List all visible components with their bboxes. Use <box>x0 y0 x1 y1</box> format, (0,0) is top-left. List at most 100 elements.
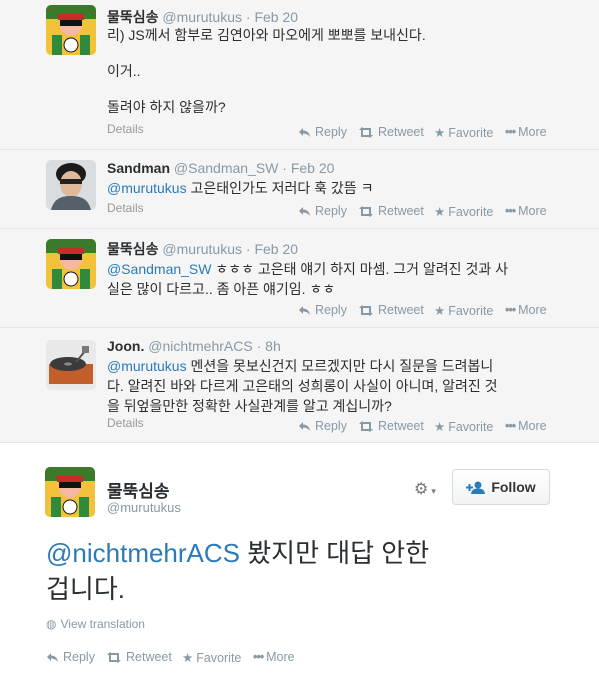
tweet[interactable]: Joon. @nichtmehrACS · 8h @murutukus 멘션을 … <box>0 328 599 443</box>
star-icon: ★ <box>434 126 446 140</box>
separator: · <box>245 9 251 25</box>
tweet-header: Joon. @nichtmehrACS · 8h <box>107 338 281 354</box>
reply-button[interactable]: Reply <box>46 650 95 664</box>
user-name[interactable]: Sandman <box>107 160 170 176</box>
user-name[interactable]: Joon. <box>107 338 144 354</box>
timestamp[interactable]: 8h <box>265 338 281 354</box>
retweet-icon <box>359 206 373 217</box>
follow-label: Follow <box>491 479 536 495</box>
user-handle[interactable]: @Sandman_SW <box>174 160 278 176</box>
view-translation-link[interactable]: ◍ View translation <box>46 617 145 631</box>
reply-icon <box>299 306 310 315</box>
avatar[interactable] <box>46 160 96 210</box>
tweet-line: @Sandman_SW ㅎㅎㅎ 고은태 얘기 하지 마셈. 그거 알려진 것과 … <box>107 261 508 277</box>
details-link[interactable]: Details <box>107 201 144 215</box>
mention-link[interactable]: @murutukus <box>107 180 187 196</box>
tweet-line: 실은 많이 다르고.. 좀 아픈 얘기임. ㅎㅎ <box>107 281 336 297</box>
tweet-line: 이거.. <box>107 63 141 79</box>
avatar[interactable] <box>45 467 95 517</box>
tweet-text: @Sandman_SW ㅎㅎㅎ 고은태 얘기 하지 마셈. 그거 알려진 것과 … <box>107 259 508 299</box>
favorite-button[interactable]: ★ Favorite <box>434 419 493 434</box>
reply-button[interactable]: Reply <box>298 204 347 218</box>
favorite-button[interactable]: ★ Favorite <box>434 303 493 318</box>
retweet-button[interactable]: Retweet <box>358 204 424 218</box>
avatar[interactable] <box>46 5 96 55</box>
tweet-text: @murutukus 고은태인가도 저러다 훅 갔뜸 ㅋ <box>107 178 373 198</box>
reply-button[interactable]: Reply <box>298 125 347 139</box>
tweet-line: 을 뒤엎을만한 정확한 사실관계를 알고 계십니까? <box>107 398 392 414</box>
mention-link[interactable]: @nichtmehrACS <box>46 538 240 568</box>
reply-icon <box>299 128 310 137</box>
gear-icon: ⚙ <box>414 481 429 498</box>
favorite-button[interactable]: ★ Favorite <box>434 204 493 219</box>
retweet-icon <box>359 127 373 138</box>
retweet-button[interactable]: Retweet <box>358 303 424 317</box>
retweet-button[interactable]: Retweet <box>358 419 424 433</box>
timestamp[interactable]: Feb 20 <box>291 160 335 176</box>
user-name[interactable]: 물뚝심송 <box>107 477 170 502</box>
more-button[interactable]: ••• More <box>505 204 547 218</box>
star-icon: ★ <box>434 304 446 318</box>
more-dots-icon: ••• <box>253 650 264 664</box>
favorite-button[interactable]: ★ Favorite <box>182 650 241 665</box>
details-link[interactable]: Details <box>107 122 144 136</box>
timestamp[interactable]: Feb 20 <box>254 9 298 25</box>
reply-button[interactable]: Reply <box>298 303 347 317</box>
avatar[interactable] <box>46 239 96 289</box>
more-button[interactable]: ••• More <box>505 303 547 317</box>
reply-icon <box>299 207 310 216</box>
tweet-header: Sandman @Sandman_SW · Feb 20 <box>107 160 334 176</box>
more-button[interactable]: ••• More <box>253 650 295 664</box>
retweet-button[interactable]: Retweet <box>106 650 172 664</box>
separator: · <box>245 241 251 257</box>
tweet[interactable]: 물뚝심송 @murutukus · Feb 20 리) JS께서 함부로 김연아… <box>0 0 599 150</box>
tweet-header: 물뚝심송 @murutukus · Feb 20 <box>107 239 298 259</box>
details-link[interactable]: Details <box>107 416 144 430</box>
retweet-button[interactable]: Retweet <box>358 125 424 139</box>
retweet-icon <box>107 652 121 663</box>
tweet-text: @murutukus 멘션을 못보신건지 모르겠지만 다시 질문을 드려봅니 다… <box>107 356 498 416</box>
retweet-icon <box>359 421 373 432</box>
retweet-icon <box>359 305 373 316</box>
separator: · <box>256 338 262 354</box>
user-handle[interactable]: @murutukus <box>162 9 242 25</box>
more-button[interactable]: ••• More <box>505 125 547 139</box>
star-icon: ★ <box>434 205 446 219</box>
star-icon: ★ <box>434 420 446 434</box>
tweet[interactable]: Sandman @Sandman_SW · Feb 20 @murutukus … <box>0 150 599 229</box>
reply-icon <box>47 653 58 662</box>
tweet-text: @nichtmehrACS 봤지만 대답 안한 겁니다. <box>46 535 566 607</box>
reply-button[interactable]: Reply <box>298 419 347 433</box>
star-icon: ★ <box>182 651 194 665</box>
user-handle[interactable]: @nichtmehrACS <box>148 338 252 354</box>
user-handle[interactable]: @murutukus <box>162 241 242 257</box>
favorite-button[interactable]: ★ Favorite <box>434 125 493 140</box>
more-button[interactable]: ••• More <box>505 419 547 433</box>
avatar[interactable] <box>46 340 96 390</box>
more-dots-icon: ••• <box>505 303 516 317</box>
more-dots-icon: ••• <box>505 419 516 433</box>
reply-icon <box>299 422 310 431</box>
add-user-icon <box>466 481 486 494</box>
user-name[interactable]: 물뚝심송 <box>107 241 159 257</box>
tweet-line: 다. 알려진 바와 다르게 고은태의 성희롱이 사실이 아니며, 알려진 것 <box>107 378 498 394</box>
timestamp[interactable]: Feb 20 <box>254 241 298 257</box>
tweet-line: @murutukus 고은태인가도 저러다 훅 갔뜸 ㅋ <box>107 180 374 196</box>
follow-button[interactable]: Follow <box>452 469 550 505</box>
tweet[interactable]: 물뚝심송 @murutukus · Feb 20 @Sandman_SW ㅎㅎㅎ… <box>0 229 599 328</box>
more-dots-icon: ••• <box>505 204 516 218</box>
tweet-header: 물뚝심송 @murutukus · Feb 20 <box>107 7 298 27</box>
mention-link[interactable]: @Sandman_SW <box>107 261 211 277</box>
tweet-text: 리) JS께서 함부로 김연아와 마오에게 뽀뽀를 보내신다. 이거.. 돌려야… <box>107 25 426 117</box>
tweet-line: 리) JS께서 함부로 김연아와 마오에게 뽀뽀를 보내신다. <box>107 27 426 43</box>
tweet-line: @murutukus 멘션을 못보신건지 모르겠지만 다시 질문을 드려봅니 <box>107 358 494 374</box>
user-handle[interactable]: @murutukus <box>107 500 181 515</box>
chevron-down-icon: ▾ <box>431 486 436 496</box>
tweet-line: @nichtmehrACS 봤지만 대답 안한 <box>46 538 430 568</box>
tweet-line: 겁니다. <box>46 574 125 604</box>
mention-link[interactable]: @murutukus <box>107 358 187 374</box>
user-name[interactable]: 물뚝심송 <box>107 9 159 25</box>
gear-menu-button[interactable]: ⚙ ▾ <box>414 479 436 499</box>
globe-icon: ◍ <box>46 617 57 631</box>
tweet-line: 돌려야 하지 않을까? <box>107 99 226 115</box>
